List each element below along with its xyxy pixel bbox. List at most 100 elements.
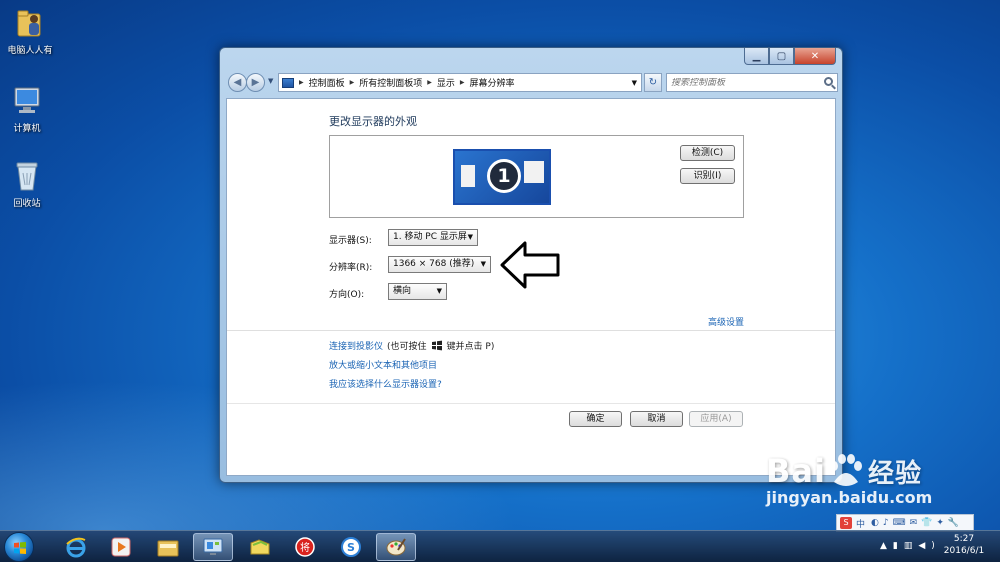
chevron-down-icon: ▼ — [436, 287, 442, 295]
chinese-chess-icon: 将 — [295, 537, 315, 557]
apply-button[interactable]: 应用(A) — [689, 411, 743, 427]
search-icon[interactable] — [824, 77, 833, 86]
sogou-ime-icon[interactable]: S — [840, 517, 852, 529]
breadcrumb-all-items[interactable]: 所有控制面板项 — [359, 76, 422, 89]
chevron-down-icon: ▼ — [480, 260, 486, 268]
watermark-brand: Bai — [766, 452, 826, 490]
monitor-number-badge: 1 — [487, 159, 521, 193]
resolution-select-value: 1366 × 768 (推荐) — [393, 259, 475, 269]
address-dropdown-icon[interactable]: ▼ — [632, 79, 637, 87]
folder-icon — [157, 540, 179, 557]
breadcrumb-display[interactable]: 显示 — [437, 76, 455, 89]
monitor-preview-window — [461, 165, 475, 187]
clock-time: 5:27 — [953, 534, 975, 544]
projector-row: 连接到投影仪 (也可按住 键并点击 P) — [329, 339, 494, 352]
advanced-settings-link[interactable]: 高级设置 — [708, 315, 744, 328]
navigation-bar: ◀ ▶ ▼ ▶ 控制面板 ▶ 所有控制面板项 ▶ 显示 ▶ 屏幕分辨率 ▼ ↻ — [226, 72, 838, 94]
search-input[interactable] — [671, 77, 819, 88]
system-tray-icons[interactable]: ▲▮▥◀) — [880, 541, 941, 551]
chevron-down-icon: ▼ — [467, 233, 473, 241]
control-panel-icon — [282, 77, 294, 88]
watermark-site: jingyan.baidu.com — [766, 488, 933, 507]
taskbar-chess-app[interactable]: 将 — [285, 533, 325, 561]
sogou-browser-icon: S — [341, 537, 361, 557]
desktop-icon-user-folder[interactable]: 电脑人人有 — [0, 6, 60, 56]
orientation-select[interactable]: 横向 ▼ — [388, 283, 447, 300]
ok-button[interactable]: 确定 — [569, 411, 622, 427]
breadcrumb-screen-resolution[interactable]: 屏幕分辨率 — [470, 76, 515, 89]
desktop-icon-label: 电脑人人有 — [7, 46, 53, 56]
identify-button[interactable]: 识别(I) — [680, 168, 735, 184]
taskbar-sogou-browser[interactable]: S — [331, 533, 371, 561]
network-icon[interactable]: ▥ — [904, 541, 919, 551]
display-select-value: 1. 移动 PC 显示屏 — [393, 232, 467, 242]
minimize-button[interactable]: ▁ — [744, 48, 769, 65]
taskbar-control-panel[interactable] — [193, 533, 233, 561]
ime-tools-icon[interactable]: ◐♪⌨✉👕✦🔧 — [871, 518, 963, 528]
display-select[interactable]: 1. 移动 PC 显示屏 ▼ — [388, 229, 478, 246]
media-player-icon — [111, 537, 131, 557]
taskbar-media-player[interactable] — [101, 533, 141, 561]
display-label: 显示器(S): — [329, 236, 372, 246]
desktop-icon-label: 回收站 — [13, 199, 41, 209]
footer-divider — [227, 403, 835, 404]
taskbar-file-explorer[interactable] — [148, 533, 188, 561]
show-hidden-icons-icon[interactable]: ▲ — [880, 541, 893, 551]
orientation-label: 方向(O): — [329, 290, 365, 300]
search-box[interactable] — [666, 73, 838, 92]
forward-arrow-icon[interactable]: ▶ — [246, 73, 265, 92]
text-size-link[interactable]: 放大或缩小文本和其他项目 — [329, 358, 437, 371]
taskbar-paint[interactable] — [376, 533, 416, 561]
window-controls: ▁ ▢ ✕ — [744, 48, 836, 66]
detect-button[interactable]: 检测(C) — [680, 145, 735, 161]
back-arrow-icon[interactable]: ◀ — [228, 73, 247, 92]
breadcrumb-separator-icon[interactable]: ▶ — [460, 79, 465, 86]
page-title: 更改显示器的外观 — [329, 115, 417, 128]
monitor-preview-window — [524, 161, 544, 183]
resolution-label: 分辨率(R): — [329, 263, 373, 273]
battery-icon[interactable]: ▮ — [893, 541, 904, 551]
taskbar: 将 S ▲▮▥◀) — [0, 530, 1000, 562]
monitor-1-thumbnail[interactable]: 1 — [453, 149, 551, 205]
start-button[interactable] — [4, 532, 34, 562]
files-icon — [250, 539, 270, 555]
refresh-icon[interactable]: ↻ — [644, 73, 662, 92]
taskbar-internet-explorer[interactable] — [56, 533, 96, 561]
breadcrumb-separator-icon[interactable]: ▶ — [427, 79, 432, 86]
computer-icon — [11, 84, 43, 118]
control-panel-icon — [203, 538, 223, 555]
recycle-bin-icon — [11, 159, 43, 193]
baidu-paw-icon — [829, 454, 862, 486]
maximize-button[interactable]: ▢ — [769, 48, 794, 65]
close-button[interactable]: ✕ — [794, 48, 836, 65]
monitor-arrangement-area: 1 检测(C) 识别(I) — [329, 135, 744, 218]
display-settings-help-link[interactable]: 我应该选择什么显示器设置? — [329, 377, 442, 390]
annotation-arrow-icon — [500, 241, 560, 289]
taskbar-clock[interactable]: 5:27 2016/6/1 — [934, 533, 994, 557]
windows-logo-icon — [431, 340, 442, 351]
breadcrumb-control-panel[interactable]: 控制面板 — [309, 76, 345, 89]
watermark-brand-cn: 经验 — [867, 458, 922, 489]
section-divider — [227, 330, 835, 331]
clock-date: 2016/6/1 — [943, 546, 985, 556]
desktop-icon-recycle-bin[interactable]: 回收站 — [0, 159, 57, 209]
projector-hint-text: 键并点击 P) — [446, 342, 495, 352]
connect-projector-link[interactable]: 连接到投影仪 — [329, 339, 383, 352]
desktop-icon-label: 计算机 — [13, 124, 41, 134]
resolution-select[interactable]: 1366 × 768 (推荐) ▼ — [388, 256, 491, 273]
taskbar-files-app[interactable] — [240, 533, 280, 561]
projector-hint-text: (也可按住 — [387, 342, 427, 352]
ime-language-indicator[interactable]: 中 — [856, 517, 865, 530]
breadcrumb-separator-icon[interactable]: ▶ — [350, 79, 355, 86]
orientation-select-value: 横向 — [393, 286, 412, 296]
recent-pages-dropdown-icon[interactable]: ▼ — [268, 77, 273, 85]
svg-text:S: S — [347, 541, 355, 554]
windows-flag-icon — [14, 542, 26, 554]
paint-icon — [386, 538, 406, 556]
desktop-icon-computer[interactable]: 计算机 — [0, 84, 57, 134]
breadcrumb-separator-icon[interactable]: ▶ — [299, 79, 304, 86]
address-bar[interactable]: ▶ 控制面板 ▶ 所有控制面板项 ▶ 显示 ▶ 屏幕分辨率 ▼ — [278, 73, 642, 92]
svg-text:将: 将 — [300, 542, 310, 554]
user-folder-icon — [14, 6, 46, 40]
cancel-button[interactable]: 取消 — [630, 411, 683, 427]
